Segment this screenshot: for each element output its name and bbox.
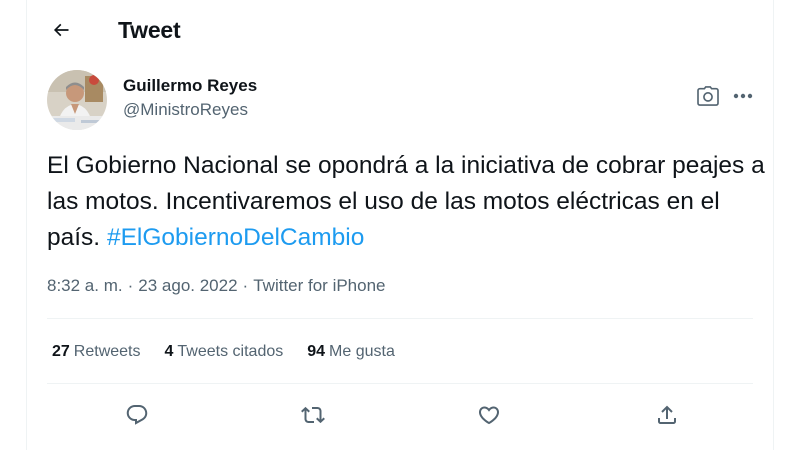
back-button[interactable] xyxy=(43,12,79,48)
arrow-left-icon xyxy=(53,23,69,37)
retweet-icon xyxy=(301,406,325,424)
quotes-count: 4 xyxy=(164,343,174,360)
retweets-count: 27 xyxy=(52,343,70,360)
page-title: Tweet xyxy=(118,17,181,43)
quotes-label: Tweets citados xyxy=(177,343,284,360)
reply-button[interactable] xyxy=(119,397,155,433)
divider xyxy=(47,318,753,319)
author-handle[interactable]: @MinistroReyes xyxy=(123,100,248,120)
likes-count: 94 xyxy=(307,343,326,360)
reply-icon xyxy=(126,405,148,425)
tweet-date[interactable]: 23 ago. 2022 xyxy=(138,276,237,296)
divider xyxy=(47,383,753,384)
hashtag-link[interactable]: #ElGobiernoDelCambio xyxy=(107,224,364,251)
retweet-button[interactable] xyxy=(295,397,331,433)
retweets-label: Retweets xyxy=(73,343,141,360)
tweet-time[interactable]: 8:32 a. m. xyxy=(47,276,123,296)
like-icon xyxy=(478,406,500,425)
author-name[interactable]: Guillermo Reyes xyxy=(123,76,257,96)
tweet-stats: 27 Retweets 4 Tweets citados 94 Me gusta xyxy=(52,343,395,361)
camera-button[interactable] xyxy=(695,84,721,108)
tweet-actions xyxy=(27,397,773,433)
camera-icon xyxy=(697,86,719,106)
page-header: Tweet xyxy=(27,0,773,58)
meta-separator: · xyxy=(242,276,249,295)
avatar[interactable] xyxy=(47,70,107,130)
quote-tweets-stat[interactable]: 4 Tweets citados xyxy=(165,343,284,361)
likes-stat[interactable]: 94 Me gusta xyxy=(307,343,395,361)
more-options-button[interactable] xyxy=(730,84,756,108)
profile-photo-icon xyxy=(47,70,107,130)
more-icon xyxy=(733,93,753,99)
retweets-stat[interactable]: 27 Retweets xyxy=(52,343,141,361)
likes-label: Me gusta xyxy=(329,343,395,360)
tweet-column: Tweet Guillermo Reyes @MinistroReyes El … xyxy=(26,0,774,450)
tweet-text: El Gobierno Nacional se opondrá a la ini… xyxy=(47,148,767,256)
like-button[interactable] xyxy=(471,397,507,433)
tweet-source[interactable]: Twitter for iPhone xyxy=(253,276,385,296)
share-button[interactable] xyxy=(649,397,685,433)
share-icon xyxy=(658,405,676,424)
meta-separator: · xyxy=(127,276,134,295)
tweet-meta: 8:32 a. m. · 23 ago. 2022 · Twitter for … xyxy=(47,276,386,296)
